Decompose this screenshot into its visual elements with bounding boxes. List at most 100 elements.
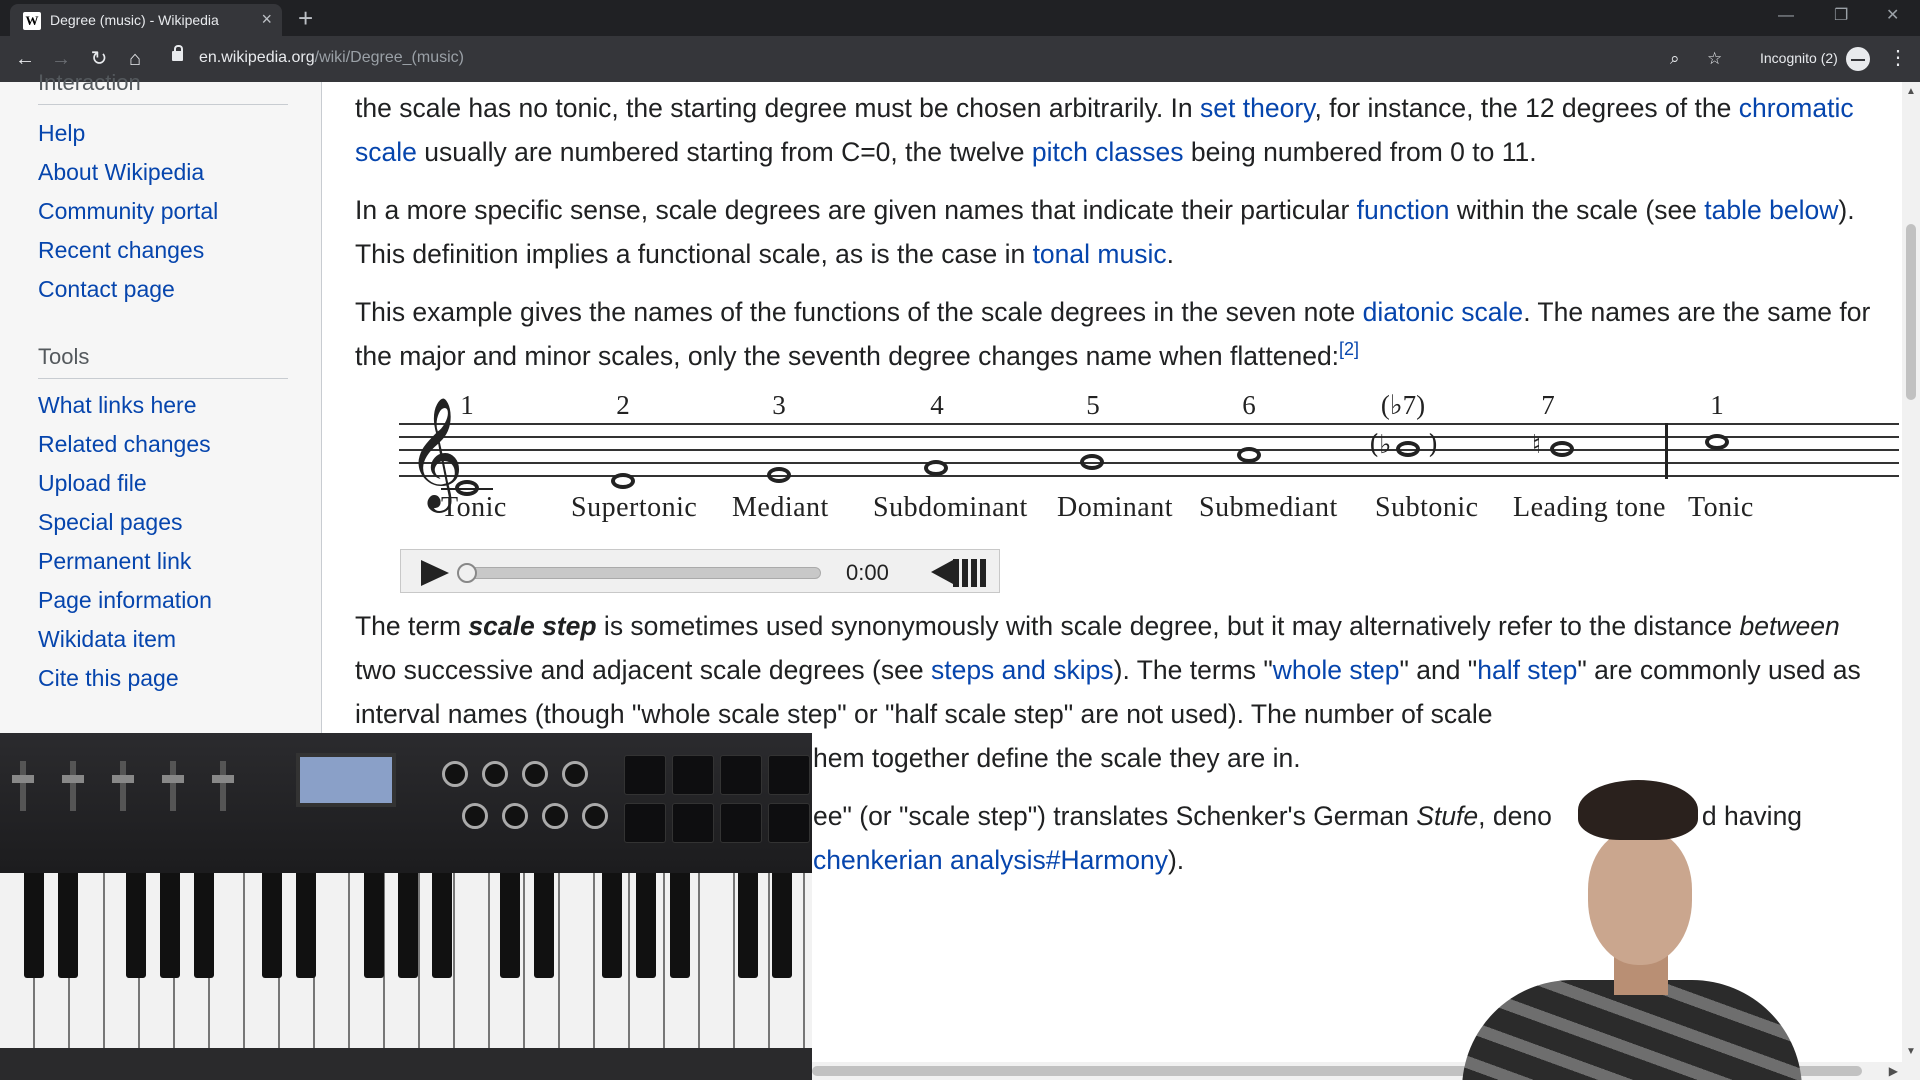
term-scale-step: scale step [468,611,597,641]
black-key [24,873,44,978]
black-key [432,873,452,978]
zoom-icon[interactable]: ⌕ [1670,48,1680,70]
sidebar-link-page-information[interactable]: Page information [38,587,212,614]
scroll-down-icon[interactable]: ▼ [1906,1046,1916,1057]
sidebar-link-upload-file[interactable]: Upload file [38,470,147,497]
sidebar-link-contact-page[interactable]: Contact page [38,276,175,303]
incognito-label[interactable]: Incognito (2) [1760,50,1838,66]
link-function[interactable]: function [1357,195,1450,225]
incognito-icon[interactable] [1846,47,1870,71]
degree-name: Leading tone [1513,492,1666,523]
restore-icon[interactable]: ❐ [1834,4,1848,28]
paragraph-function: In a more specific sense, scale degrees … [355,188,1885,276]
black-key [160,873,180,978]
sidebar-link-cite-this-page[interactable]: Cite this page [38,665,179,692]
text-run: is sometimes used synonymously with scal… [596,611,1740,641]
paragraph-scale-step: The term scale step is sometimes used sy… [355,604,1885,736]
scroll-up-icon[interactable]: ▲ [1906,86,1916,97]
knob [442,761,468,787]
browser-tab[interactable]: W Degree (music) - Wikipedia × [10,4,282,36]
seek-knob[interactable] [457,563,477,583]
degree-number: (♭7) [1380,390,1426,420]
fader [170,761,176,811]
text-run: ). The terms " [1113,655,1273,685]
fader [120,761,126,811]
black-key [398,873,418,978]
lock-icon[interactable] [172,45,183,61]
url-path: /wiki/Degree_(music) [314,49,464,66]
fader-cap [162,775,184,783]
knob [502,803,528,829]
text-run: . [1166,239,1174,269]
link-pitch-classes[interactable]: pitch classes [1032,137,1184,167]
sidebar-link-permanent-link[interactable]: Permanent link [38,548,191,575]
fader-cap [112,775,134,783]
scroll-right-icon[interactable]: ▶ [1889,1064,1898,1078]
note-c-high [1705,434,1729,450]
tab-close-icon[interactable]: × [261,9,272,29]
minimize-icon[interactable]: — [1778,4,1794,28]
volume-level[interactable] [953,559,987,587]
vertical-scroll-thumb[interactable] [1906,224,1916,400]
degree-name: Tonic [1688,492,1754,523]
sidebar-link-special-pages[interactable]: Special pages [38,509,183,536]
link-set-theory[interactable]: set theory [1200,93,1314,123]
knob [582,803,608,829]
sidebar-link-help[interactable]: Help [38,120,85,147]
link-tonal-music[interactable]: tonal music [1033,239,1167,269]
interaction-divider [38,104,288,105]
degree-number: 5 [1086,390,1100,420]
paragraph-set-theory: the scale has no tonic, the starting deg… [355,86,1885,174]
degree-number: 1 [1710,390,1724,420]
menu-icon[interactable]: ⋮ [1888,46,1908,70]
text-run: usually are numbered starting from C=0, … [416,137,1032,167]
wikipedia-favicon-icon: W [23,12,41,30]
vertical-scrollbar[interactable]: ▲ ▼ [1902,82,1920,1080]
presenter-sweater [1462,980,1802,1080]
address-bar[interactable]: en.wikipedia.org/wiki/Degree_(music) [199,49,464,67]
link-steps-and-skips[interactable]: steps and skips [931,655,1114,685]
window-close-icon[interactable]: ✕ [1886,4,1899,28]
link-table-below[interactable]: table below [1704,195,1838,225]
sidebar-link-about-wikipedia[interactable]: About Wikipedia [38,159,204,186]
degree-name: Subdominant [873,492,1028,523]
new-tab-button[interactable]: + [298,2,313,34]
knob [462,803,488,829]
note-e [767,467,791,483]
staff-line [399,449,1899,451]
seek-bar[interactable] [461,567,821,579]
keyboard-lcd [296,753,396,807]
link-whole-step[interactable]: whole step [1273,655,1400,685]
back-icon[interactable]: ← [10,44,40,74]
note-g [1080,454,1104,470]
black-key [126,873,146,978]
link-diatonic-scale[interactable]: diatonic scale [1363,297,1524,327]
sidebar-link-what-links-here[interactable]: What links here [38,392,197,419]
degree-number: 7 [1541,390,1555,420]
degree-name: Supertonic [571,492,698,523]
black-key [534,873,554,978]
fader [20,761,26,811]
play-icon[interactable] [421,560,449,586]
citation-2[interactable]: [2] [1339,339,1359,359]
link-schenkerian-analysis-harmony[interactable]: chenkerian analysis#Harmony [813,845,1168,875]
sidebar-link-community-portal[interactable]: Community portal [38,198,218,225]
degree-name: Tonic [441,492,507,523]
fader [70,761,76,811]
drum-pad [624,803,666,843]
volume-icon[interactable] [931,560,953,584]
black-key [500,873,520,978]
link-half-step[interactable]: half step [1477,655,1577,685]
text-run: the scale has no tonic, the starting deg… [355,93,1201,123]
audio-player: 0:00 [400,549,1000,593]
sidebar-link-related-changes[interactable]: Related changes [38,431,211,458]
sidebar-link-wikidata-item[interactable]: Wikidata item [38,626,176,653]
emphasis-between: between [1739,611,1840,641]
presenter-webcam-overlay [1352,770,1852,1080]
star-icon[interactable]: ☆ [1707,48,1722,70]
sidebar-link-recent-changes[interactable]: Recent changes [38,237,204,264]
note-f [924,460,948,476]
tools-divider [38,378,288,379]
keyboard-camera-overlay [0,733,812,1080]
black-key [772,873,792,978]
